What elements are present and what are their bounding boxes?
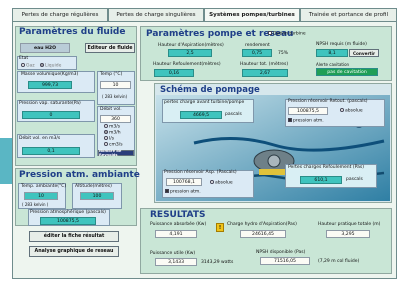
- pertes-asp-value: 4669,5: [180, 111, 222, 119]
- debit-label: Débit vol.: [100, 107, 122, 112]
- warning-icon: !: [216, 223, 224, 232]
- etat-gaz[interactable]: Gaz: [21, 63, 35, 69]
- pertes-ref-unit: pascals: [346, 177, 363, 182]
- results-title: RESULTATS: [150, 210, 206, 220]
- rendement-value: 0,75: [242, 49, 272, 57]
- radio-icon: [340, 108, 344, 112]
- charge-label: Charge hydro d'Aspiration(Pas): [227, 222, 297, 227]
- npsh-value: 8,1: [316, 49, 348, 57]
- radio-icon: [21, 63, 25, 67]
- patm-value: 100875,5: [40, 217, 96, 225]
- rendement-label: rendement: [245, 43, 270, 48]
- option-turbine[interactable]: Option turbine: [268, 31, 306, 37]
- debit-unit-ls[interactable]: l/s: [104, 136, 114, 142]
- psat-value: 0: [22, 111, 80, 119]
- convertir-button[interactable]: Convertir: [349, 49, 379, 57]
- patm-label: Pression atmosphérique (pascals): [30, 210, 106, 215]
- psat-label: Pression vap. saturante(Pa): [19, 101, 81, 106]
- etat-liquide[interactable]: Liquide: [40, 63, 61, 69]
- checkbox-icon: [268, 31, 272, 35]
- tab-systemes-pompes[interactable]: Systèmes pompes/turbines: [204, 8, 300, 22]
- h-ref-value: 0,16: [154, 69, 194, 77]
- atm-temp-kelvin: ( 283 kelvin ): [22, 202, 49, 207]
- edit-result-sheet-button[interactable]: éditer la fiche résultat: [29, 231, 119, 242]
- rendement-percent: 75%: [278, 51, 289, 56]
- debit-unit-m3h[interactable]: m3/h: [104, 130, 121, 136]
- debit2-label: Débit vol. en m3/s: [19, 136, 61, 141]
- pertes-asp-unit: pascals: [225, 112, 242, 117]
- alerte-label: Alerte cavitation: [316, 62, 350, 67]
- masse-label: Masse volumique(Kg/m3): [21, 72, 79, 77]
- pres-ret-value[interactable]: 100875,5: [288, 107, 328, 115]
- checkbox-checked-icon: [288, 118, 292, 122]
- npsh-disp-value: 71516,05: [260, 257, 310, 265]
- pres-asp-atm[interactable]: pression atm.: [165, 189, 201, 195]
- radio-selected-icon: [40, 63, 44, 67]
- npsh-label: NPSH requis (m fluide): [316, 42, 367, 47]
- debit-input[interactable]: 360: [100, 115, 131, 123]
- atm-temp-label: Temp. ambiante(°C): [21, 184, 67, 189]
- radio-icon: [210, 180, 214, 184]
- alerte-value: pas de cavitation: [316, 68, 378, 76]
- reynolds-button[interactable]: Nombre de Reynolds: [98, 149, 134, 157]
- pres-ret-atm[interactable]: pression atm.: [288, 118, 324, 124]
- pertes-ref-label: Pertes charges Refoulement (Pas): [288, 165, 364, 170]
- h-total-label: Hauteur tot. (mètres): [240, 62, 289, 67]
- charge-value: 24616,45: [240, 230, 286, 238]
- tab-trainee-portance[interactable]: Trainée et portance de profil: [300, 8, 397, 22]
- radio-icon: [104, 136, 108, 140]
- h-asp-label: Hauteur d'Aspiration(mètres): [158, 43, 224, 48]
- pres-asp-absolue[interactable]: absolue: [210, 180, 233, 186]
- tab-pertes-regulieres[interactable]: Pertes de charge régulières: [12, 8, 108, 22]
- fluid-name: eau H2O: [20, 43, 70, 53]
- puissance-utile-value: 3,1433: [155, 258, 197, 266]
- radio-selected-icon: [104, 130, 108, 134]
- altitude-label: Altitude(mètres): [75, 184, 112, 189]
- hauteur-label: Hauteur pratique totale (m): [318, 222, 381, 227]
- fluid-title: Paramètres du fluide: [19, 27, 126, 37]
- temp-input[interactable]: 10: [100, 81, 131, 89]
- debit-unit-cm3s[interactable]: cm3/s: [104, 142, 123, 148]
- h-total-value: 2,67: [242, 69, 288, 77]
- puissance-abs-value: 4,191: [155, 230, 197, 238]
- puissance-abs-label: Puissance absorbée (Kw): [150, 222, 207, 227]
- radio-icon: [104, 142, 108, 146]
- edit-fluid-button[interactable]: Editeur de fluide: [85, 43, 135, 53]
- pres-ret-label: Pression réservoir Retout. (pascals): [288, 99, 368, 104]
- radio-icon: [104, 124, 108, 128]
- temp-kelvin: ( 283 kelvin): [102, 94, 128, 99]
- npsh-disp-label: NPSH disponible (Pas): [256, 250, 306, 255]
- pres-asp-label: Pression réservoir Asp. (Pascals): [164, 170, 237, 175]
- pres-asp-value[interactable]: 100768,1: [166, 178, 202, 186]
- atm-title: Pression atm. ambiante: [19, 170, 140, 180]
- pertes-asp-label: pertes charge avant turbine/pompe: [164, 100, 245, 105]
- temp-label: Temp (°C): [100, 72, 123, 77]
- h-ref-label: Hauteur Refoulement(mètres): [153, 62, 221, 67]
- etat-label: Etat: [19, 56, 29, 61]
- hauteur-value: 3,295: [326, 230, 370, 238]
- puissance-utile-watts: 3143,29 watts: [201, 260, 234, 265]
- puissance-utile-label: Puissance utile (Kw): [150, 251, 196, 256]
- npsh-disp-note: (7,29 m col fluide): [318, 259, 360, 264]
- graphical-analysis-button[interactable]: Analyse graphique de reseau: [29, 246, 119, 257]
- checkbox-checked-icon: [165, 189, 169, 193]
- pres-ret-absolue[interactable]: absolue: [340, 108, 363, 114]
- debit-unit-m3s[interactable]: m3/s: [104, 124, 120, 130]
- pertes-ref-value: 610,1: [300, 176, 342, 184]
- atm-temp-input[interactable]: 10: [24, 192, 58, 200]
- h-asp-value: 2,5: [168, 49, 212, 57]
- altitude-input[interactable]: 100: [80, 192, 114, 200]
- pump-impeller-icon: [267, 154, 281, 168]
- debit2-value: 0,1: [22, 147, 80, 155]
- tab-pertes-singulieres[interactable]: Pertes de charge singulières: [108, 8, 204, 22]
- masse-value: 999,73: [28, 81, 72, 89]
